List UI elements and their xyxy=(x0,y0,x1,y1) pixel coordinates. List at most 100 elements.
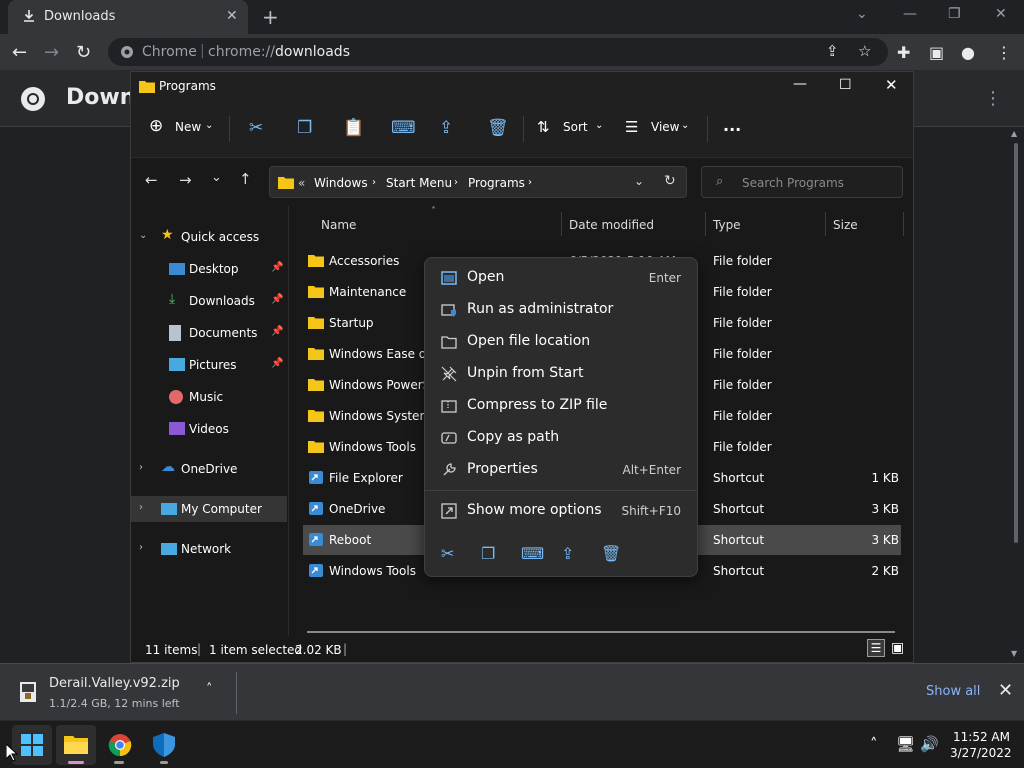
nav-quick-access[interactable]: ⌄ ★ Quick access xyxy=(131,224,287,250)
nav-documents[interactable]: Documents 📌 xyxy=(131,320,287,346)
nav-desktop[interactable]: Desktop 📌 xyxy=(131,256,287,282)
menu-item-unpin-from-start[interactable]: Unpin from Start xyxy=(429,359,695,389)
more-options-button[interactable]: ... xyxy=(723,116,741,135)
delete-icon[interactable]: 🗑 xyxy=(487,118,509,138)
minimize-icon[interactable]: — xyxy=(903,6,917,22)
start-button[interactable] xyxy=(12,725,52,765)
forward-arrow-icon[interactable]: → xyxy=(44,42,59,63)
view-button[interactable]: ☰ View ⌄ xyxy=(625,116,697,142)
copy-icon[interactable]: ❐ xyxy=(481,544,495,563)
page-menu-icon[interactable]: ⋮ xyxy=(984,88,1002,109)
scrollbar-thumb[interactable] xyxy=(1014,143,1018,543)
large-icons-view-icon[interactable]: ▣ xyxy=(891,640,904,656)
details-view-icon[interactable]: ☰ xyxy=(867,639,885,657)
column-header-size[interactable]: Size xyxy=(833,218,858,232)
nav-music[interactable]: Music xyxy=(131,384,287,410)
profile-avatar-icon[interactable]: ● xyxy=(961,43,975,62)
up-arrow-icon[interactable]: ↑ xyxy=(239,170,252,188)
nav-videos[interactable]: Videos xyxy=(131,416,287,442)
scroll-up-icon[interactable]: ▲ xyxy=(1011,129,1017,138)
menu-item-copy-as-path[interactable]: Copy as path xyxy=(429,423,695,453)
column-header-type[interactable]: Type xyxy=(713,218,741,232)
breadcrumb-programs[interactable]: Programs xyxy=(468,176,525,190)
breadcrumb-windows[interactable]: Windows xyxy=(314,176,368,190)
breadcrumb-chevron-icon[interactable]: › xyxy=(372,177,376,188)
column-divider[interactable] xyxy=(705,212,706,236)
reload-icon[interactable]: ↻ xyxy=(76,42,91,63)
pin-icon[interactable]: 📌 xyxy=(271,326,283,337)
download-filename[interactable]: Derail.Valley.v92.zip xyxy=(49,676,180,691)
scroll-down-icon[interactable]: ▼ xyxy=(1011,649,1017,658)
share-icon[interactable]: ⇪ xyxy=(439,118,453,138)
chevron-right-icon[interactable]: › xyxy=(139,502,143,513)
new-tab-button[interactable]: + xyxy=(262,5,279,29)
taskbar-clock[interactable]: 11:52 AM 3/27/2022 xyxy=(950,729,1012,761)
column-header-date-modified[interactable]: Date modified xyxy=(569,218,654,232)
volume-icon[interactable]: 🔊 xyxy=(920,735,939,753)
menu-item-compress-to-zip[interactable]: Compress to ZIP file xyxy=(429,391,695,421)
column-header-name[interactable]: Name xyxy=(321,218,356,232)
column-divider[interactable] xyxy=(825,212,826,236)
tab-search-chevron-icon[interactable]: ⌄ xyxy=(856,6,868,22)
tab-close-icon[interactable]: ✕ xyxy=(226,8,238,24)
explorer-address-box[interactable]: « Windows › Start Menu › Programs › ⌄ ↻ xyxy=(269,166,687,198)
explorer-close-icon[interactable]: ✕ xyxy=(885,76,898,94)
chevron-right-icon[interactable]: › xyxy=(139,542,143,553)
cut-icon[interactable]: ✂ xyxy=(249,118,263,138)
show-all-link[interactable]: Show all xyxy=(926,684,980,699)
taskbar-windows-security[interactable] xyxy=(144,725,184,765)
rename-icon[interactable]: ⌨ xyxy=(391,118,416,138)
page-scrollbar[interactable]: ▲ ▼ xyxy=(1008,127,1024,663)
breadcrumb-chevron-icon[interactable]: › xyxy=(454,177,458,188)
nav-my-computer[interactable]: › My Computer xyxy=(131,496,287,522)
explorer-minimize-icon[interactable]: — xyxy=(793,76,807,92)
nav-network[interactable]: › Network xyxy=(131,536,287,562)
tab-downloads[interactable]: Downloads ✕ xyxy=(8,0,248,34)
copy-icon[interactable]: ❐ xyxy=(297,118,312,138)
show-hidden-icons-chevron[interactable]: ˄ xyxy=(870,735,878,753)
side-panel-icon[interactable]: ▣ xyxy=(929,43,944,62)
column-divider[interactable] xyxy=(903,212,904,236)
nav-downloads[interactable]: ⤓ Downloads 📌 xyxy=(131,288,287,314)
share-icon[interactable]: ⇪ xyxy=(561,544,574,563)
address-dropdown-icon[interactable]: ⌄ xyxy=(634,174,644,188)
pin-icon[interactable]: 📌 xyxy=(271,294,283,305)
menu-item-show-more-options[interactable]: Show more options Shift+F10 xyxy=(429,496,695,526)
breadcrumb-start-menu[interactable]: Start Menu xyxy=(386,176,452,190)
back-arrow-icon[interactable]: ← xyxy=(145,171,158,189)
breadcrumb-chevron-icon[interactable]: › xyxy=(528,177,532,188)
new-button[interactable]: ⊕ New ⌄ xyxy=(149,116,215,142)
bookmark-star-icon[interactable]: ☆ xyxy=(858,42,871,60)
pin-icon[interactable]: 📌 xyxy=(271,262,283,273)
sort-button[interactable]: ⇅ Sort ⌄ xyxy=(537,116,607,142)
extensions-puzzle-icon[interactable]: ✚ xyxy=(897,43,910,62)
explorer-search-input[interactable]: ⌕ Search Programs xyxy=(701,166,903,198)
delete-icon[interactable]: 🗑 xyxy=(601,544,621,563)
refresh-icon[interactable]: ↻ xyxy=(664,173,676,189)
taskbar-file-explorer[interactable] xyxy=(56,725,96,765)
horizontal-scrollbar[interactable] xyxy=(307,631,895,633)
chevron-down-icon[interactable]: ⌄ xyxy=(139,230,147,241)
rename-icon[interactable]: ⌨ xyxy=(521,544,544,563)
menu-item-run-as-administrator[interactable]: Run as administrator xyxy=(429,295,695,325)
cut-icon[interactable]: ✂ xyxy=(441,544,454,563)
pin-icon[interactable]: 📌 xyxy=(271,358,283,369)
paste-icon[interactable]: 📋 xyxy=(343,118,364,138)
share-icon[interactable]: ⇪ xyxy=(826,42,839,60)
forward-arrow-icon[interactable]: → xyxy=(179,171,192,189)
menu-item-open-file-location[interactable]: Open file location xyxy=(429,327,695,357)
explorer-maximize-icon[interactable]: ☐ xyxy=(839,77,852,93)
address-bar[interactable]: Chrome | chrome://downloads ⇪ ☆ xyxy=(108,38,888,66)
column-divider[interactable] xyxy=(561,212,562,236)
download-options-chevron-icon[interactable]: ˄ xyxy=(206,682,213,697)
nav-pictures[interactable]: Pictures 📌 xyxy=(131,352,287,378)
breadcrumb-overflow[interactable]: « xyxy=(298,176,305,190)
close-window-icon[interactable]: ✕ xyxy=(995,6,1007,22)
close-shelf-icon[interactable]: ✕ xyxy=(998,680,1013,701)
restore-icon[interactable]: ❐ xyxy=(948,6,961,22)
menu-item-open[interactable]: Open Enter xyxy=(429,263,695,293)
back-arrow-icon[interactable]: ← xyxy=(12,42,27,63)
chevron-right-icon[interactable]: › xyxy=(139,462,143,473)
recent-locations-chevron-icon[interactable]: ⌄ xyxy=(211,170,222,185)
nav-onedrive[interactable]: › ☁ OneDrive xyxy=(131,456,287,482)
